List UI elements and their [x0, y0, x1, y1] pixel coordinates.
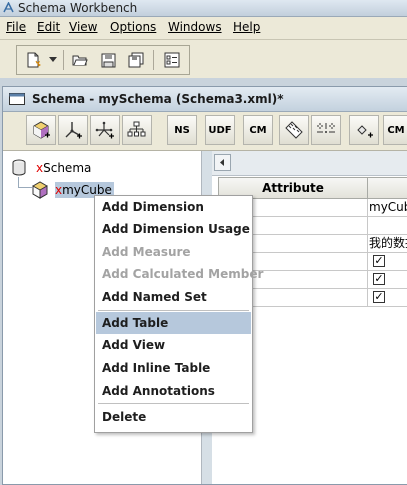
chevron-down-icon [49, 57, 57, 62]
menu-help[interactable]: Help [233, 20, 260, 34]
add-measure-button[interactable] [279, 115, 309, 145]
menu-add-named-set[interactable]: Add Named Set [96, 286, 251, 308]
main-toolbar [0, 40, 407, 78]
row-checkbox[interactable]: ✓ [373, 255, 385, 267]
schema-toolbar: NS UDF CM CM [3, 112, 407, 151]
menu-add-inline-table[interactable]: Add Inline Table [96, 357, 251, 379]
menu-edit[interactable]: Edit [37, 20, 60, 34]
save-button[interactable] [95, 48, 121, 72]
row-value [369, 217, 407, 234]
new-file-icon [27, 52, 41, 68]
cube-context-menu: Add Dimension Add Dimension Usage Add Me… [94, 195, 264, 433]
new-button[interactable] [20, 48, 46, 72]
main-toolbar-group [16, 45, 190, 75]
menu-help-label: Help [233, 20, 261, 34]
menu-add-dimension[interactable]: Add Dimension [96, 196, 251, 218]
menu-edit-label: Edit [37, 20, 61, 34]
value-column-header[interactable] [367, 177, 407, 199]
menu-bar: File Edit View Options Windows Help [0, 17, 407, 40]
checklist-icon [164, 52, 180, 68]
add-calculated-member-property-button[interactable]: CM [383, 115, 407, 145]
menu-view[interactable]: View [69, 20, 97, 34]
menu-add-view[interactable]: Add View [96, 334, 251, 356]
add-hierarchy-button[interactable] [122, 115, 152, 145]
schema-error-mark: x [36, 160, 44, 175]
preferences-button[interactable] [159, 48, 185, 72]
udf-icon: UDF [208, 124, 232, 136]
window-frame-icon [9, 93, 25, 105]
scroll-left-button[interactable] [214, 154, 231, 171]
dimension-usage-icon [95, 121, 114, 139]
menu-add-annotations[interactable]: Add Annotations [96, 380, 251, 402]
menu-separator [98, 310, 249, 311]
row-value: myCube [369, 200, 407, 214]
arrow-left-icon [220, 159, 224, 166]
property-diamond-icon [357, 125, 373, 138]
menu-options[interactable]: Options [110, 20, 156, 34]
hierarchy-icon [127, 121, 146, 137]
calculated-member-property-icon: CM [387, 124, 405, 136]
menu-windows[interactable]: Windows [168, 20, 222, 34]
menu-add-dimension-usage[interactable]: Add Dimension Usage [96, 218, 251, 240]
toolbar-separator [63, 50, 64, 70]
add-udf-button[interactable]: UDF [205, 115, 235, 145]
menu-add-calculated-member: Add Calculated Member [102, 267, 264, 281]
menu-file[interactable]: File [6, 20, 26, 34]
row-value: 我的数据 [369, 236, 407, 250]
cube-icon [32, 181, 48, 199]
menu-separator [98, 403, 249, 404]
tree-node-schema[interactable]: x Schema [11, 159, 91, 176]
row-checkbox[interactable]: ✓ [373, 291, 385, 303]
row-checkbox[interactable]: ✓ [373, 273, 385, 285]
menu-add-table[interactable]: Add Table [96, 312, 251, 334]
menu-windows-label: Windows [168, 20, 222, 34]
menu-delete[interactable]: Delete [96, 406, 251, 428]
ruler-icon [285, 121, 303, 139]
new-dropdown-button[interactable] [46, 48, 60, 72]
add-calculated-member-button[interactable]: CM [243, 115, 273, 145]
add-dimension-usage-button[interactable] [90, 115, 120, 145]
properties-toolbar [212, 151, 407, 176]
database-icon [12, 159, 26, 176]
menu-file-label: File [6, 20, 27, 34]
calculated-member-icon: CM [249, 124, 267, 136]
tree-connector [18, 177, 32, 188]
window-title: Schema Workbench [18, 1, 138, 15]
add-property-button[interactable] [349, 115, 379, 145]
level-icon [317, 123, 335, 135]
add-named-set-button[interactable]: NS [167, 115, 197, 145]
save-icon [101, 53, 115, 67]
attribute-header-label: Attribute [262, 181, 324, 195]
save-as-button[interactable] [123, 48, 149, 72]
named-set-icon: NS [174, 124, 190, 136]
add-level-button[interactable] [311, 115, 341, 145]
open-button[interactable] [67, 48, 93, 72]
cube-icon [33, 121, 50, 139]
app-icon [3, 2, 14, 13]
schema-frame-title-bar[interactable]: Schema - mySchema (Schema3.xml)* [3, 87, 407, 112]
save-all-icon [128, 52, 144, 68]
menu-options-label: Options [110, 20, 157, 34]
menu-view-label: View [69, 20, 98, 34]
window-title-bar: Schema Workbench [0, 0, 407, 17]
tree-node-schema-label: Schema [43, 160, 92, 175]
schema-frame-title: Schema - mySchema (Schema3.xml)* [32, 92, 284, 106]
folder-open-icon [72, 55, 88, 66]
toolbar-separator [153, 50, 154, 70]
add-cube-button[interactable] [26, 115, 56, 145]
dimension-axes-icon [65, 122, 82, 139]
menu-add-measure: Add Measure [102, 245, 191, 259]
add-dimension-button[interactable] [58, 115, 88, 145]
